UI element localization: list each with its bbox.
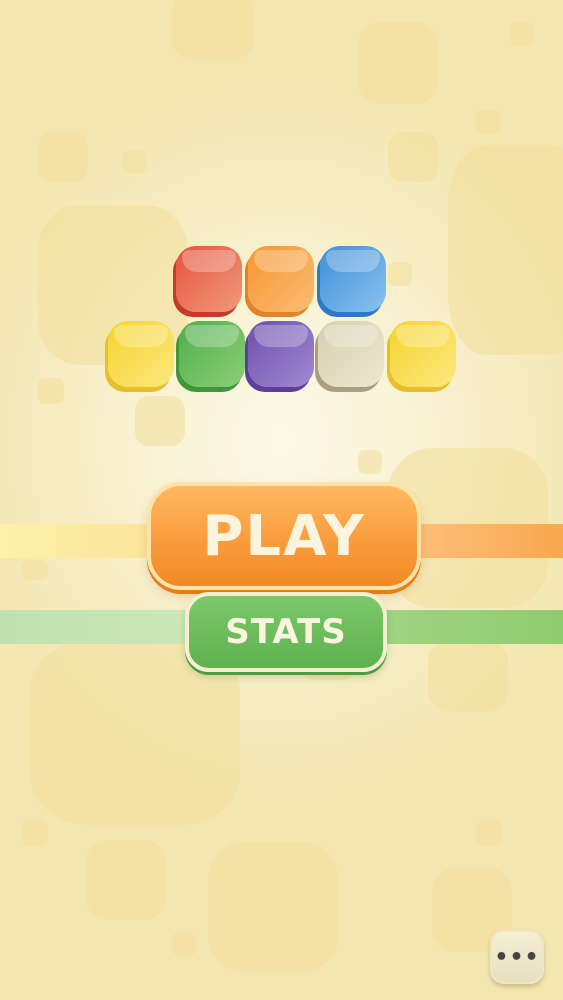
stats-button[interactable]: STATS xyxy=(185,592,387,672)
logo-tile-orange xyxy=(248,246,314,312)
play-band-left xyxy=(0,524,160,558)
background-square xyxy=(86,840,166,920)
background-square xyxy=(122,150,146,174)
play-button-label: PLAY xyxy=(202,503,366,569)
background-square xyxy=(172,932,196,956)
background-square xyxy=(38,378,64,404)
main-menu-screen: PLAY STATS ••• xyxy=(0,0,563,1000)
background-square xyxy=(358,450,382,474)
background-square xyxy=(172,0,254,60)
background-square xyxy=(358,22,438,104)
more-dots-icon: ••• xyxy=(494,944,540,970)
background-square xyxy=(476,820,502,846)
background-square xyxy=(22,560,48,580)
background-square xyxy=(476,110,500,134)
background-square xyxy=(388,132,438,182)
stats-band-left xyxy=(0,610,200,644)
play-band-right xyxy=(400,524,563,558)
logo-tile-purple xyxy=(248,321,314,387)
play-button[interactable]: PLAY xyxy=(147,482,421,590)
more-menu-button[interactable]: ••• xyxy=(490,930,544,984)
background-square xyxy=(38,132,88,182)
logo-tile-red xyxy=(176,246,242,312)
background-square xyxy=(510,22,534,46)
background-square xyxy=(388,262,412,286)
logo-tile-yellow xyxy=(108,321,174,387)
background-square xyxy=(448,145,563,355)
background-square xyxy=(22,820,48,846)
logo-tile-green xyxy=(179,321,245,387)
stats-button-label: STATS xyxy=(225,612,347,652)
logo-tile-yellow-2 xyxy=(390,321,456,387)
logo-tile-blue xyxy=(320,246,386,312)
background-square xyxy=(208,842,338,972)
logo-tile-beige xyxy=(318,321,384,387)
background-square xyxy=(135,396,185,446)
background-square xyxy=(428,640,508,712)
stats-band-right xyxy=(365,610,563,644)
